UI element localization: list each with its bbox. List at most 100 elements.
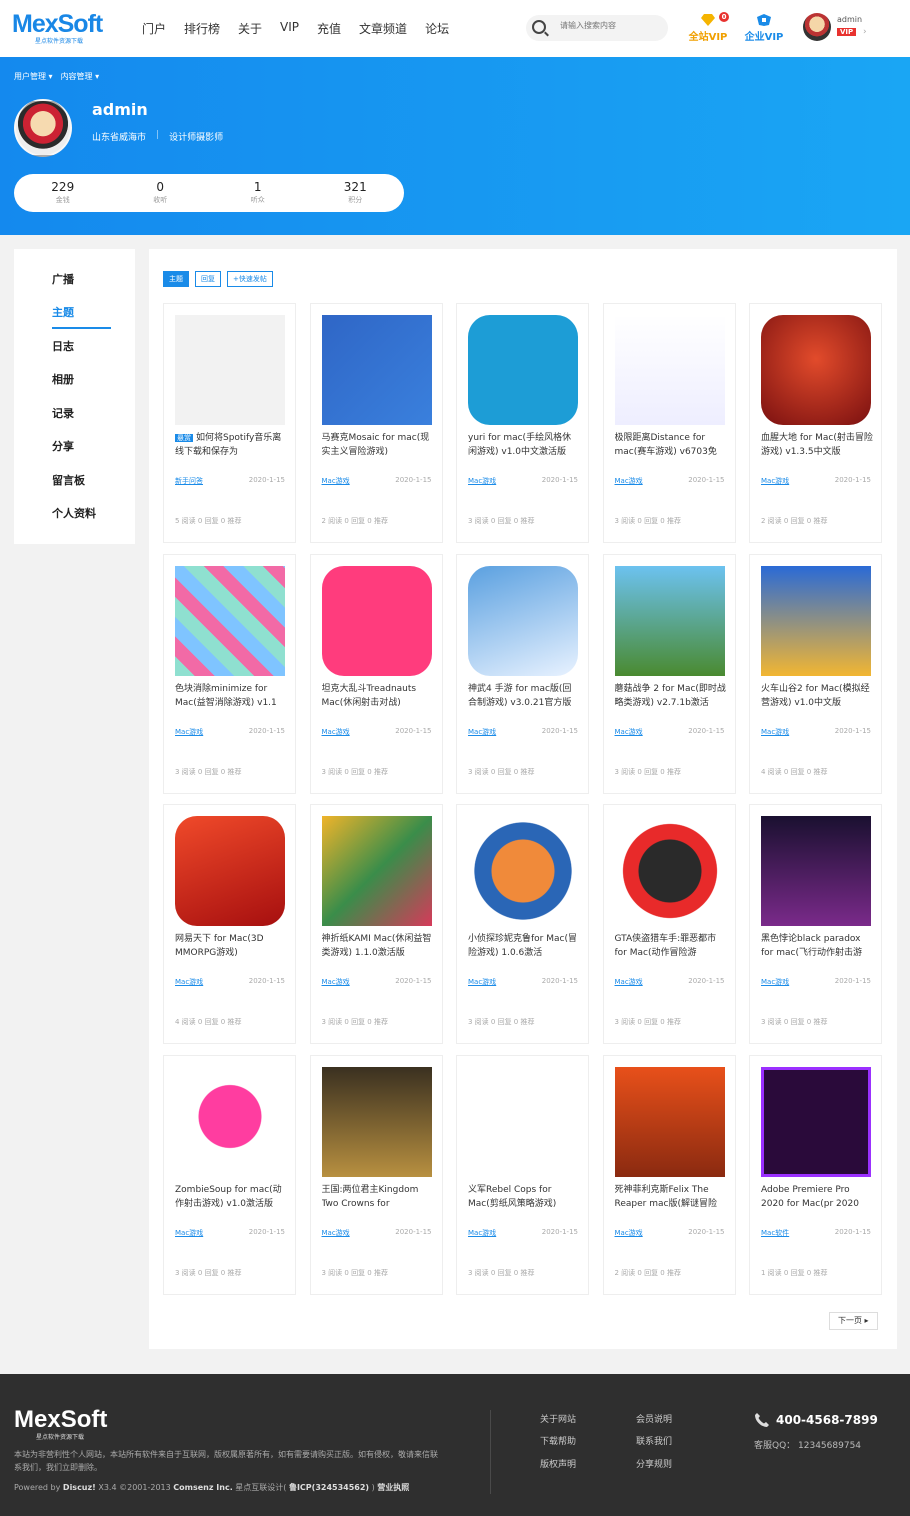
thread-card[interactable]: 小侦探珍妮克鲁for Mac(冒险游戏) 1.0.6激活 Mac游戏 2020-1-… [456,804,589,1044]
thread-title[interactable]: 神折纸KAMI Mac(休闲益智类游戏) 1.1.0激活版 [322,932,434,960]
nav-vip[interactable]: VIP [280,20,299,37]
thread-thumbnail[interactable] [321,565,432,676]
search-icon[interactable] [532,20,546,34]
enterprise-vip-button[interactable]: 企业VIP [744,14,784,43]
footer-link-membership[interactable]: 会员说明 [636,1412,672,1425]
thread-card[interactable]: 黑色悖论black paradox for mac(飞行动作射击游 Mac游戏 20… [749,804,882,1044]
stat-following[interactable]: 0 收听 [112,174,210,212]
thread-category[interactable]: Mac游戏 [615,727,643,737]
sidebar-item-profile[interactable]: 个人资料 [52,505,96,521]
nav-about[interactable]: 关于 [238,20,262,37]
thread-card[interactable]: 色块消除minimize for Mac(益智消除游戏) v1.1 Mac游戏 20… [163,553,296,794]
user-menu[interactable]: admin VIP › [803,13,903,43]
thread-category[interactable]: 新手问答 [175,476,203,486]
thread-thumbnail[interactable] [761,1066,871,1177]
nav-recharge[interactable]: 充值 [317,20,341,37]
nav-ranking[interactable]: 排行榜 [184,20,220,37]
sidebar-item-broadcast[interactable]: 广播 [52,271,74,287]
thread-card[interactable]: 王国:两位君主Kingdom Two Crowns for Mac游戏 2020-1… [309,1054,443,1295]
next-page-button[interactable]: 下一页 ▸ [829,1312,878,1330]
thread-category[interactable]: Mac游戏 [175,1228,203,1238]
thread-card[interactable]: 死神菲利克斯Felix The Reaper mac版(解谜冒险 Mac游戏 202… [602,1054,736,1295]
thread-thumbnail[interactable] [761,565,871,676]
thread-title[interactable]: 神武4 手游 for mac版(回合制游戏) v3.0.21官方版 [468,682,580,710]
thread-title[interactable]: 极限距离Distance for mac(赛车游戏) v6703免 [615,431,727,459]
thread-card[interactable]: 火车山谷2 for Mac(模拟经营游戏) v1.0中文版 Mac游戏 2020-1… [749,553,882,794]
thread-category[interactable]: Mac游戏 [322,727,350,737]
content-management-menu[interactable]: 内容管理 ▾ [61,71,100,82]
thread-title[interactable]: ZombieSoup for mac(动作射击游戏) v1.0激活版 [175,1183,287,1211]
license-link[interactable]: 营业执照 [377,1483,409,1492]
nav-home[interactable]: 门户 [142,20,166,37]
thread-thumbnail[interactable] [614,816,725,926]
nav-articles[interactable]: 文章频道 [359,20,407,37]
thread-title[interactable]: yuri for mac(手绘风格休闲游戏) v1.0中文激活版 [468,431,580,459]
thread-thumbnail[interactable] [468,1066,578,1177]
profile-avatar[interactable] [14,99,72,157]
nav-forum[interactable]: 论坛 [425,20,449,37]
thread-card[interactable]: 神折纸KAMI Mac(休闲益智类游戏) 1.1.0激活版 Mac游戏 2020-1… [309,804,443,1044]
stat-points[interactable]: 321 积分 [307,174,405,212]
thread-title[interactable]: 小侦探珍妮克鲁for Mac(冒险游戏) 1.0.6激活 [468,932,580,960]
thread-thumbnail[interactable] [614,565,725,676]
thread-card[interactable]: 神武4 手游 for mac版(回合制游戏) v3.0.21官方版 Mac游戏 20… [456,553,589,794]
filter-replies[interactable]: 回复 [195,271,221,287]
footer-link-download-help[interactable]: 下载帮助 [540,1434,576,1447]
thread-thumbnail[interactable] [761,816,871,926]
thread-thumbnail[interactable] [175,1066,285,1177]
thread-title[interactable]: 火车山谷2 for Mac(模拟经营游戏) v1.0中文版 [761,682,873,710]
thread-title[interactable]: 坦克大乱斗Treadnauts Mac(休闲射击对战) [322,682,434,710]
thread-card[interactable]: 马赛克Mosaic for mac(现实主义冒险游戏) Mac游戏 2020-1-1… [309,303,443,543]
thread-thumbnail[interactable] [175,565,285,676]
thread-category[interactable]: Mac游戏 [175,977,203,987]
thread-card[interactable]: GTA侠盗猎车手:罪恶都市 for Mac(动作冒险游 Mac游戏 2020-1-1… [602,804,736,1044]
discuz-link[interactable]: Discuz! [63,1483,96,1492]
thread-category[interactable]: Mac游戏 [468,476,496,486]
footer-link-contact[interactable]: 联系我们 [636,1434,672,1447]
thread-thumbnail[interactable] [468,816,578,926]
thread-title[interactable]: 网易天下 for Mac(3D MMORPG游戏) [175,932,287,960]
thread-category[interactable]: Mac游戏 [761,727,789,737]
thread-thumbnail[interactable] [321,315,432,425]
thread-category[interactable]: Mac软件 [761,1228,789,1238]
sidebar-item-album[interactable]: 相册 [52,371,74,387]
thread-thumbnail[interactable] [614,315,725,425]
sidebar-item-threads[interactable]: 主题 [52,304,74,320]
sidebar-item-blog[interactable]: 日志 [52,338,74,354]
thread-thumbnail[interactable] [468,565,578,676]
thread-title[interactable]: 蘑菇战争 2 for Mac(即时战略类游戏) v2.7.1b激活 [615,682,727,710]
thread-category[interactable]: Mac游戏 [615,1228,643,1238]
filter-threads[interactable]: 主题 [163,271,189,287]
user-management-menu[interactable]: 用户管理 ▾ [14,71,53,82]
thread-category[interactable]: Mac游戏 [322,476,350,486]
thread-thumbnail[interactable] [761,315,871,425]
thread-category[interactable]: Mac游戏 [761,476,789,486]
thread-title[interactable]: 血腥大地 for Mac(射击冒险游戏) v1.3.5中文版 [761,431,873,459]
thread-category[interactable]: Mac游戏 [761,977,789,987]
thread-card[interactable]: 悬赏 如何将Spotify音乐离线下载和保存为 新手问答 2020-1-15 5 阅读 … [163,303,296,543]
thread-title[interactable]: Adobe Premiere Pro 2020 for Mac(pr 2020 [761,1183,873,1211]
thread-category[interactable]: Mac游戏 [615,476,643,486]
thread-category[interactable]: Mac游戏 [175,727,203,737]
thread-card[interactable]: yuri for mac(手绘风格休闲游戏) v1.0中文激活版 Mac游戏 202… [456,303,589,543]
thread-title[interactable]: 马赛克Mosaic for mac(现实主义冒险游戏) [322,431,434,459]
thread-category[interactable]: Mac游戏 [615,977,643,987]
thread-thumbnail[interactable] [468,315,578,425]
thread-card[interactable]: 蘑菇战争 2 for Mac(即时战略类游戏) v2.7.1b激活 Mac游戏 20… [602,553,736,794]
thread-title[interactable]: 义军Rebel Cops for Mac(剪纸风策略游戏) [468,1183,580,1211]
sidebar-item-share[interactable]: 分享 [52,438,74,454]
thread-card[interactable]: 坦克大乱斗Treadnauts Mac(休闲射击对战) Mac游戏 2020-1-1… [309,553,443,794]
search-input[interactable] [560,21,660,30]
thread-category[interactable]: Mac游戏 [468,727,496,737]
thread-category[interactable]: Mac游戏 [468,1228,496,1238]
thread-card[interactable]: Adobe Premiere Pro 2020 for Mac(pr 2020 M… [749,1054,882,1295]
thread-card[interactable]: ZombieSoup for mac(动作射击游戏) v1.0激活版 Mac游戏 2… [163,1054,296,1295]
thread-thumbnail[interactable] [321,1066,432,1177]
thread-card[interactable]: 极限距离Distance for mac(赛车游戏) v6703免 Mac游戏 20… [602,303,736,543]
thread-title[interactable]: 悬赏 如何将Spotify音乐离线下载和保存为 [175,431,287,459]
footer-link-about[interactable]: 关于网站 [540,1412,576,1425]
icp-link[interactable]: 鲁ICP(324534562) [289,1483,369,1492]
thread-title[interactable]: 黑色悖论black paradox for mac(飞行动作射击游 [761,932,873,960]
thread-thumbnail[interactable] [614,1066,725,1177]
thread-category[interactable]: Mac游戏 [322,977,350,987]
